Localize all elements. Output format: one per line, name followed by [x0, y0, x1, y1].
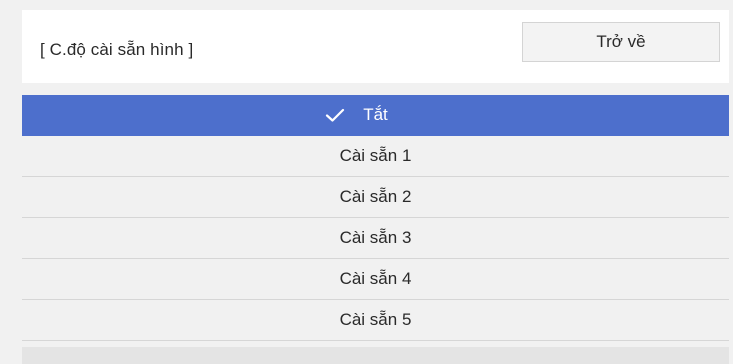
- list-item-preset-5[interactable]: Cài sẵn 5: [22, 300, 729, 341]
- list-item-label: Cài sẵn 2: [339, 187, 412, 206]
- list-item-preset-1[interactable]: Cài sẵn 1: [22, 136, 729, 177]
- list-item-preset-4[interactable]: Cài sẵn 4: [22, 259, 729, 300]
- list-item-text: Tắt: [363, 105, 388, 124]
- list-item-label: Cài sẵn 5: [339, 310, 412, 329]
- back-button[interactable]: Trở về: [522, 22, 720, 62]
- preset-list: Tắt Cài sẵn 1 Cài sẵn 2 Cài sẵn 3 Cài sẵ…: [22, 95, 729, 341]
- list-item-preset-3[interactable]: Cài sẵn 3: [22, 218, 729, 259]
- list-item-label: Cài sẵn 1: [339, 146, 412, 165]
- picture-preset-dialog: [ C.độ cài sẵn hình ] Trở về Tắt Cài sẵn…: [0, 0, 733, 364]
- check-icon: [326, 108, 345, 122]
- list-item-label: Tắt: [326, 105, 388, 125]
- dialog-header: [ C.độ cài sẵn hình ] Trở về: [22, 10, 729, 83]
- footer-bar: [22, 347, 729, 364]
- list-item-off[interactable]: Tắt: [22, 95, 729, 136]
- dialog-title: [ C.độ cài sẵn hình ]: [40, 40, 194, 59]
- list-item-label: Cài sẵn 4: [339, 269, 412, 288]
- list-item-label: Cài sẵn 3: [339, 228, 412, 247]
- list-item-preset-2[interactable]: Cài sẵn 2: [22, 177, 729, 218]
